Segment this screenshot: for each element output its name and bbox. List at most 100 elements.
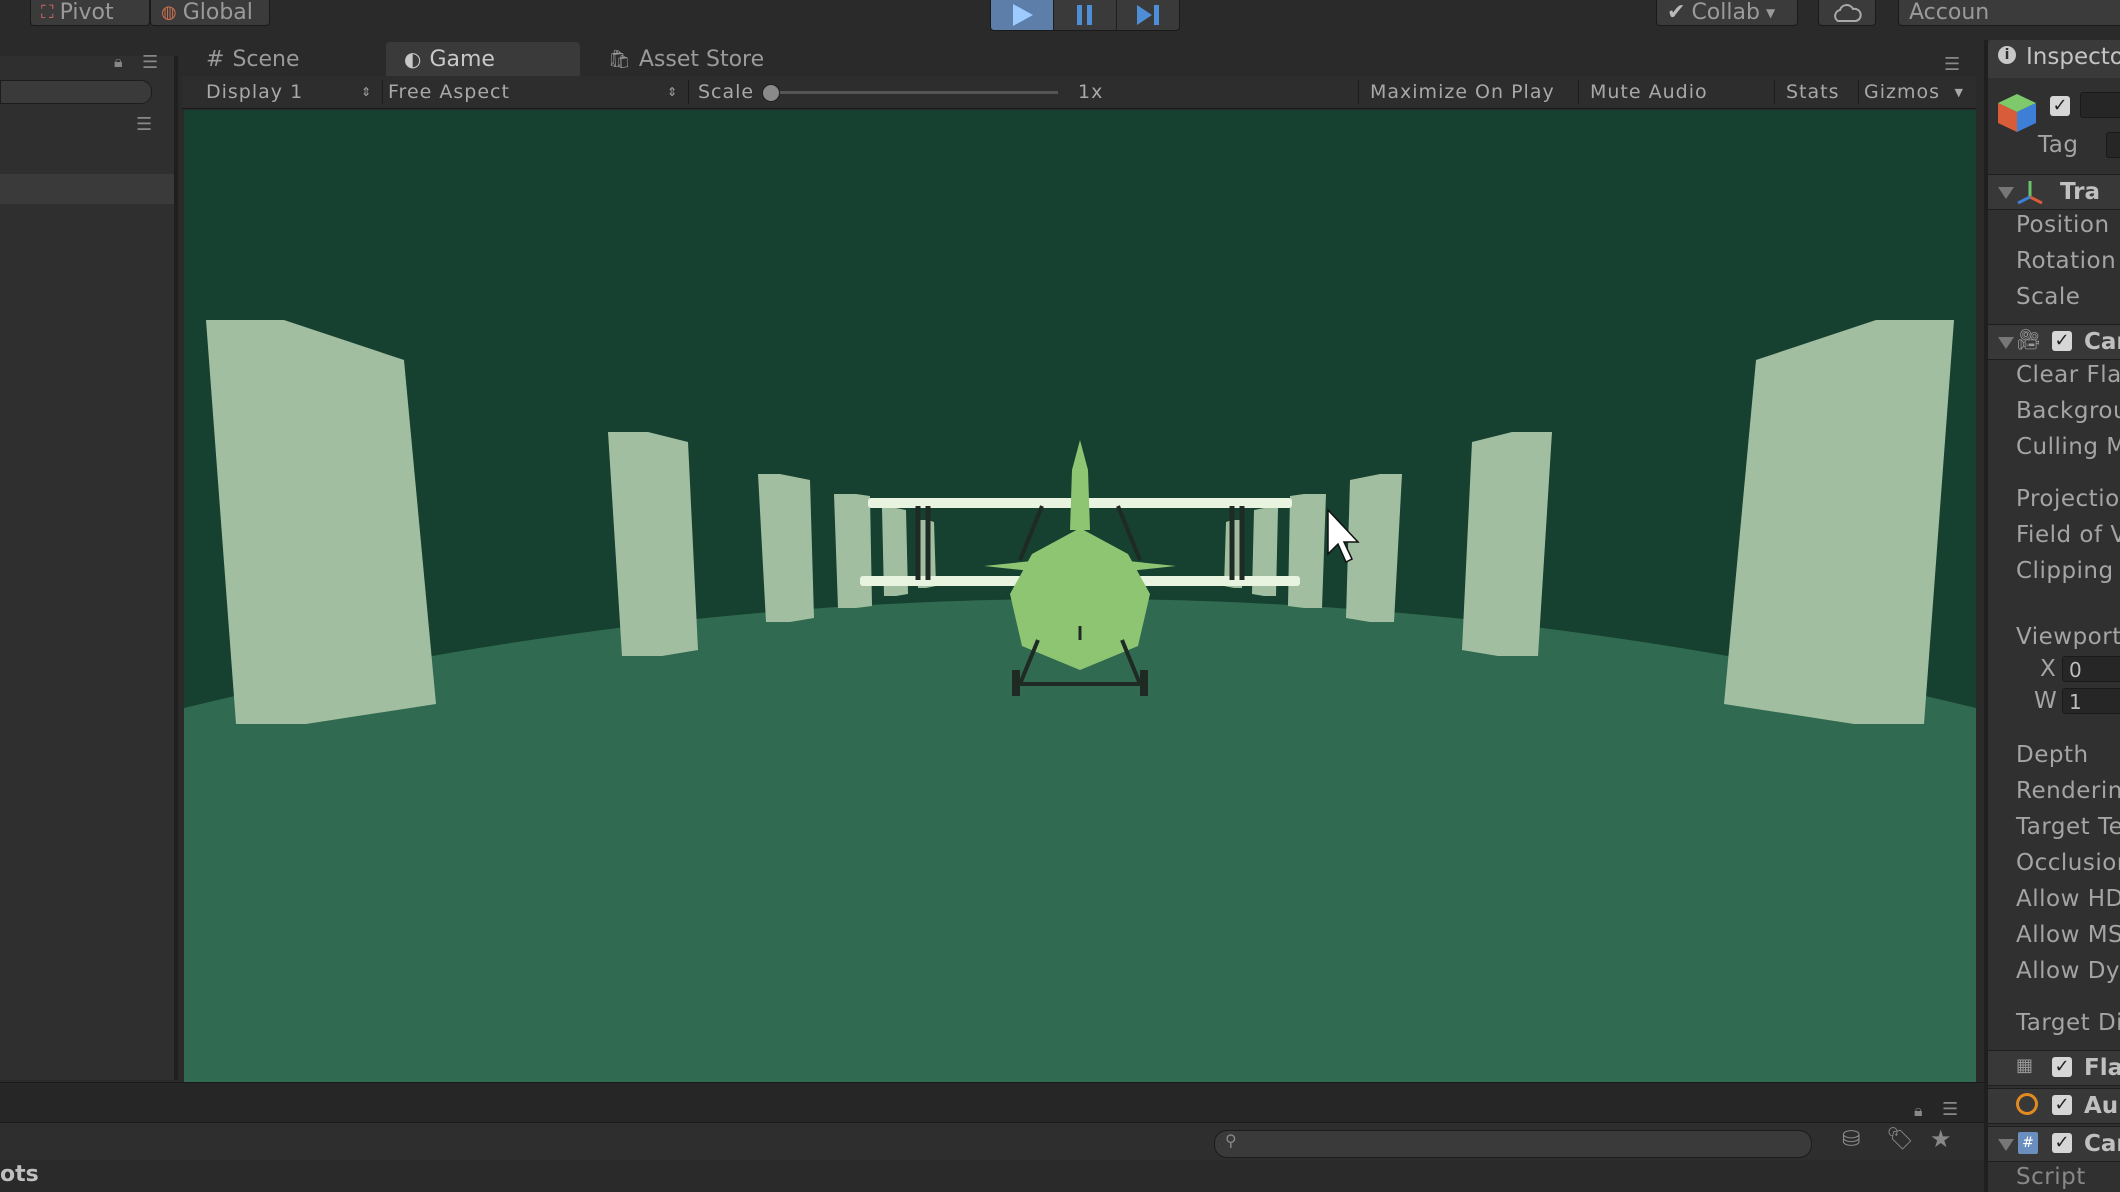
scale-slider[interactable] bbox=[768, 91, 1058, 94]
cloud-icon bbox=[1834, 3, 1862, 22]
transform-title: Tra bbox=[2060, 179, 2101, 205]
tag-label: Tag bbox=[2038, 132, 2079, 158]
pillar bbox=[608, 432, 698, 656]
mute-audio-toggle[interactable]: Mute Audio bbox=[1590, 76, 1708, 108]
step-icon bbox=[1137, 5, 1159, 25]
pillar bbox=[834, 494, 872, 608]
hierarchy-search-input[interactable] bbox=[0, 80, 152, 104]
rendering-path-label: Renderinc bbox=[2016, 778, 2120, 804]
collab-button[interactable]: ✔ Collab ▼ bbox=[1656, 0, 1798, 26]
panel-menu-icon[interactable]: ☰ bbox=[1944, 54, 1960, 75]
hierarchy-lock-icon[interactable]: 🔒︎ bbox=[114, 52, 123, 72]
pause-icon bbox=[1077, 5, 1092, 25]
tag-dropdown[interactable] bbox=[2106, 132, 2120, 158]
pivot-button[interactable]: ⛶ Pivot bbox=[30, 0, 150, 26]
game-render bbox=[184, 110, 1976, 1082]
inspector-tab[interactable]: i Inspecto bbox=[1988, 40, 2120, 78]
transform-component-header[interactable]: Tra bbox=[1988, 174, 2120, 210]
play-button[interactable] bbox=[991, 0, 1054, 30]
viewport-w-field[interactable]: 1 bbox=[2062, 688, 2120, 714]
chevron-down-icon: ▼ bbox=[1954, 85, 1964, 99]
filter-by-label-icon[interactable]: 🏷︎ bbox=[1886, 1127, 1914, 1152]
tab-scene[interactable]: # Scene bbox=[188, 42, 358, 76]
updown-icon: ⇕ bbox=[666, 85, 678, 99]
pivot-label: Pivot bbox=[59, 0, 114, 25]
gizmos-dropdown[interactable]: Gizmos ▼ bbox=[1864, 76, 1968, 108]
viewport-x-value: 0 bbox=[2069, 658, 2082, 682]
camera-component-header[interactable]: 🎥︎ ✓ Car bbox=[1988, 324, 2120, 360]
global-label: Global bbox=[182, 0, 253, 25]
maximize-on-play-toggle[interactable]: Maximize On Play bbox=[1370, 76, 1555, 108]
script-enabled-checkbox[interactable]: ✓ bbox=[2052, 1133, 2072, 1153]
position-label: Position bbox=[2016, 212, 2110, 238]
foldout-triangle-icon[interactable] bbox=[1998, 1139, 2014, 1151]
favorite-star-icon[interactable]: ★ bbox=[1930, 1125, 1952, 1153]
culling-mask-label: Culling M bbox=[2016, 434, 2120, 460]
filter-by-type-icon[interactable]: ⛁ bbox=[1842, 1127, 1860, 1152]
allow-hdr-label: Allow HDI bbox=[2016, 886, 2120, 912]
project-folder-label[interactable]: ots bbox=[0, 1162, 39, 1187]
collab-label: Collab bbox=[1691, 0, 1760, 25]
game-view[interactable] bbox=[184, 110, 1976, 1082]
target-texture-label: Target Te bbox=[2016, 814, 2120, 840]
field-of-view-label: Field of V bbox=[2016, 522, 2120, 548]
scale-value: 1x bbox=[1078, 81, 1104, 103]
viewport-w-label: W bbox=[2034, 688, 2058, 714]
updown-icon: ⇕ bbox=[360, 85, 372, 99]
game-toolbar: Display 1 ⇕ Free Aspect ⇕ Scale 1x Maxim… bbox=[182, 76, 1976, 109]
flare-enabled-checkbox[interactable]: ✓ bbox=[2052, 1057, 2072, 1077]
audio-listener-component-header[interactable]: ✓ Au bbox=[1988, 1088, 2120, 1124]
pivot-icon: ⛶ bbox=[41, 1, 54, 23]
tab-scene-label: Scene bbox=[232, 46, 300, 72]
audio-enabled-checkbox[interactable]: ✓ bbox=[2052, 1095, 2072, 1115]
stats-toggle[interactable]: Stats bbox=[1786, 76, 1840, 108]
pause-button[interactable] bbox=[1054, 0, 1117, 30]
allow-dynamic-resolution-label: Allow Dyr bbox=[2016, 958, 2120, 984]
cloud-button[interactable] bbox=[1818, 0, 1876, 26]
script-component-header[interactable]: # ✓ Car bbox=[1988, 1126, 2120, 1162]
scale-label: Scale bbox=[2016, 284, 2081, 310]
projection-label: Projectior bbox=[2016, 486, 2120, 512]
bottom-panel-header: 🔒︎ ☰ bbox=[0, 1082, 1984, 1123]
aspect-label: Free Aspect bbox=[388, 81, 510, 103]
rotation-label: Rotation bbox=[2016, 248, 2117, 274]
audio-title: Au bbox=[2084, 1093, 2119, 1119]
tab-asset-store[interactable]: 🛍︎ Asset Store bbox=[590, 42, 810, 76]
foldout-triangle-icon[interactable] bbox=[1998, 187, 2014, 199]
pillar bbox=[758, 474, 814, 622]
hierarchy-menu-icon[interactable]: ☰ bbox=[142, 52, 158, 73]
script-icon: # bbox=[2018, 1132, 2038, 1154]
pillar bbox=[1288, 494, 1326, 608]
transform-axes-icon bbox=[2017, 181, 2043, 205]
viewport-x-field[interactable]: 0 bbox=[2062, 656, 2120, 682]
object-name-field[interactable] bbox=[2080, 92, 2120, 118]
hierarchy-options-icon[interactable]: ☰ bbox=[136, 114, 152, 135]
cube-icon bbox=[1998, 94, 2036, 132]
camera-enabled-checkbox[interactable]: ✓ bbox=[2052, 331, 2072, 351]
bottom-menu-icon[interactable]: ☰ bbox=[1942, 1099, 1958, 1120]
flare-layer-component-header[interactable]: ▦ ✓ Fla bbox=[1988, 1050, 2120, 1086]
account-label: Accoun bbox=[1909, 0, 1990, 25]
account-button[interactable]: Accoun bbox=[1898, 0, 2120, 26]
foldout-triangle-icon[interactable] bbox=[1998, 337, 2014, 349]
play-icon bbox=[1013, 4, 1033, 26]
aspect-dropdown[interactable]: Free Aspect ⇕ bbox=[378, 76, 682, 108]
clear-flags-label: Clear Flac bbox=[2016, 362, 2120, 388]
background-label: Backgrou bbox=[2016, 398, 2120, 424]
script-label: Script bbox=[2016, 1164, 2086, 1190]
project-search-input[interactable]: ⚲ bbox=[1214, 1130, 1812, 1158]
display-label: Display 1 bbox=[206, 81, 304, 103]
step-button[interactable] bbox=[1117, 0, 1179, 30]
display-dropdown[interactable]: Display 1 ⇕ bbox=[206, 76, 376, 108]
scale-slider-handle[interactable] bbox=[762, 84, 780, 102]
hierarchy-row-selected[interactable] bbox=[0, 174, 174, 204]
target-display-label: Target Di bbox=[2016, 1010, 2120, 1036]
depth-label: Depth bbox=[2016, 742, 2089, 768]
pillar bbox=[206, 320, 436, 724]
bottom-lock-icon[interactable]: 🔒︎ bbox=[1914, 1101, 1923, 1121]
global-button[interactable]: ◍ Global bbox=[150, 0, 270, 26]
tab-game-label: Game bbox=[429, 46, 495, 72]
occlusion-culling-label: Occlusion bbox=[2016, 850, 2120, 876]
object-active-checkbox[interactable]: ✓ bbox=[2050, 96, 2070, 116]
tab-game[interactable]: ◐ Game bbox=[386, 42, 580, 76]
